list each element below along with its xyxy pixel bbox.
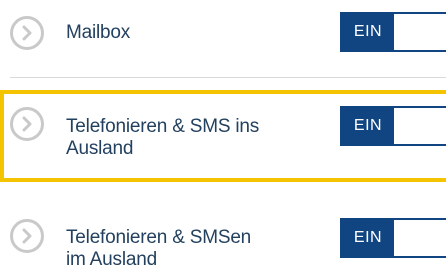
toggle-off-area bbox=[394, 108, 446, 144]
mailbox-toggle[interactable]: EIN bbox=[340, 12, 446, 52]
toggle-on-label: EIN bbox=[342, 220, 394, 256]
telefonieren-smsen-im-ausland-toggle[interactable]: EIN bbox=[340, 218, 446, 258]
chevron-right-circle-icon[interactable] bbox=[10, 16, 44, 50]
setting-row-mailbox[interactable]: Mailbox EIN bbox=[0, 0, 446, 72]
setting-label-line: Ausland bbox=[66, 138, 134, 159]
divider bbox=[10, 77, 446, 78]
chevron-right-circle-icon[interactable] bbox=[10, 107, 44, 141]
toggle-on-label: EIN bbox=[342, 108, 394, 144]
telefonieren-sms-ins-ausland-toggle[interactable]: EIN bbox=[340, 106, 446, 146]
setting-label-line: Telefonieren & SMSen bbox=[66, 227, 252, 248]
setting-row-telefonieren-sms-ins-ausland[interactable]: Telefonieren & SMS ins Ausland EIN bbox=[0, 90, 446, 186]
setting-label-line: Mailbox bbox=[66, 22, 131, 43]
setting-label: Mailbox bbox=[66, 22, 130, 44]
setting-label-line: im Ausland bbox=[66, 249, 157, 269]
settings-list: Mailbox EIN Telefonieren & SMS ins Ausla… bbox=[0, 0, 446, 269]
setting-label: Telefonieren & SMS ins Ausland bbox=[66, 116, 259, 160]
chevron-right-circle-icon[interactable] bbox=[10, 219, 44, 253]
toggle-off-area bbox=[394, 14, 446, 50]
setting-label-line: Telefonieren & SMS ins bbox=[66, 116, 260, 137]
toggle-off-area bbox=[394, 220, 446, 256]
setting-label: Telefonieren & SMSen im Ausland bbox=[66, 227, 251, 269]
toggle-on-label: EIN bbox=[342, 14, 394, 50]
setting-row-telefonieren-smsen-im-ausland[interactable]: Telefonieren & SMSen im Ausland EIN bbox=[0, 200, 446, 269]
